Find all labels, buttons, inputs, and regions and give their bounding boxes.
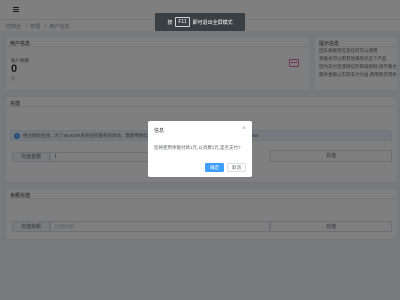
fullscreen-hint: 按 F11 即可退出全屏模式 <box>155 13 245 31</box>
fullscreen-hint-text: 即可退出全屏模式 <box>192 19 233 26</box>
confirm-button[interactable]: 确定 <box>205 163 224 172</box>
dialog-title: 信息 <box>154 128 165 134</box>
cancel-button[interactable]: 取消 <box>227 163 246 172</box>
fullscreen-key: F11 <box>175 17 190 27</box>
dialog-message: 您将使用余额付款1元,以消费1元,是否支付? <box>154 145 241 150</box>
press-label: 按 <box>167 19 173 26</box>
close-icon[interactable]: × <box>242 126 246 132</box>
confirm-dialog: 信息 × 您将使用余额付款1元,以消费1元,是否支付? 确定 取消 <box>148 121 252 177</box>
